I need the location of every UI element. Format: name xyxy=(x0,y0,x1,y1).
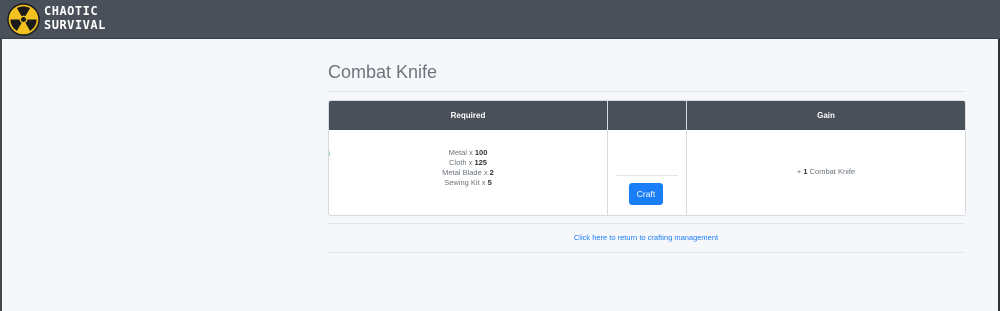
requirement-item: Sewing Kit x 5 xyxy=(329,178,607,188)
crafting-table: Required Gain Metal x 100 Cloth x 125 Me… xyxy=(328,100,966,216)
gain-text: + 1 Combat Knife xyxy=(687,167,965,176)
craft-button[interactable]: Craft xyxy=(629,183,663,205)
requirement-name: Metal x xyxy=(448,148,475,157)
column-divider xyxy=(686,101,687,215)
brand-line-1: CHAOTIC xyxy=(44,4,99,18)
requirement-name: Cloth x xyxy=(449,158,475,167)
requirement-qty: 100 xyxy=(474,148,488,157)
requirement-item: Metal x 100 xyxy=(329,148,607,158)
header-gain: Gain xyxy=(817,111,835,120)
cell-divider xyxy=(616,175,678,176)
top-navbar: CHAOTIC SURVIVAL xyxy=(0,0,1000,39)
requirement-qty: 2 xyxy=(489,168,494,177)
brand-line-2: SURVIVAL xyxy=(44,18,106,32)
requirement-qty: 125 xyxy=(474,158,487,167)
requirements-list: Metal x 100 Cloth x 125 Metal Blade x 2 … xyxy=(329,148,607,188)
header-required: Required xyxy=(450,111,486,120)
table-header-row: Required Gain xyxy=(329,101,965,130)
window-frame-left xyxy=(0,0,2,311)
gain-item: Combat Knife xyxy=(807,167,856,176)
radiation-icon[interactable] xyxy=(7,3,40,36)
page-title: Combat Knife xyxy=(328,62,438,82)
return-to-crafting-link[interactable]: Click here to return to crafting managem… xyxy=(328,233,964,242)
divider xyxy=(328,252,964,253)
requirement-item: Metal Blade x 2 xyxy=(329,168,607,178)
title-divider xyxy=(328,91,964,92)
requirement-name: Sewing Kit x xyxy=(444,178,488,187)
header-action xyxy=(608,101,686,130)
requirement-qty: 5 xyxy=(487,178,492,187)
requirement-item: Cloth x 125 xyxy=(329,158,607,168)
divider xyxy=(328,223,964,224)
refresh-icon xyxy=(329,150,330,158)
brand-name[interactable]: CHAOTIC SURVIVAL xyxy=(44,4,106,32)
requirement-name: Metal Blade x xyxy=(442,168,490,177)
column-divider xyxy=(607,101,608,215)
